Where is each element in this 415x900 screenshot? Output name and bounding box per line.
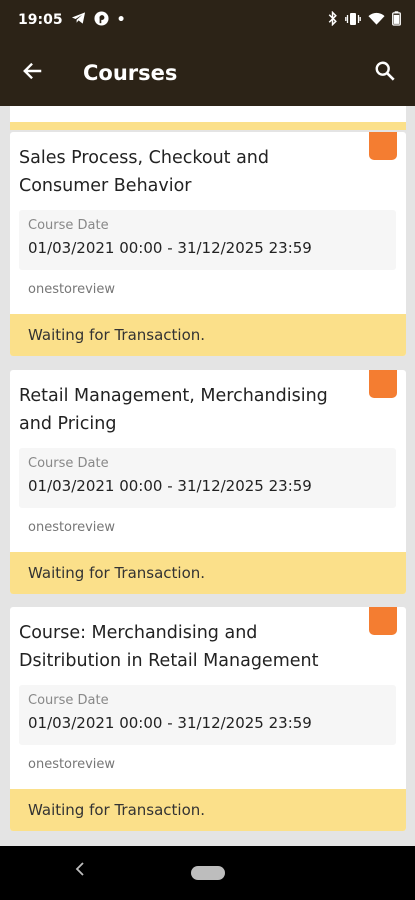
- course-title: Course: Merchandising and Dsitribution i…: [19, 623, 319, 671]
- course-badge: [369, 370, 397, 398]
- back-button[interactable]: [0, 40, 66, 106]
- system-nav-bar: [0, 846, 415, 900]
- arrow-left-icon: [22, 60, 44, 86]
- course-date-box: Course Date 01/03/2021 00:00 - 31/12/202…: [19, 210, 396, 270]
- previous-card-tail[interactable]: [10, 106, 406, 130]
- course-date-label: Course Date: [28, 456, 109, 471]
- course-card[interactable]: Sales Process, Checkout and Consumer Beh…: [10, 132, 406, 356]
- search-icon: [374, 60, 396, 86]
- battery-icon: [392, 10, 401, 30]
- status-dot: •: [116, 12, 126, 28]
- vibrate-icon: [345, 11, 361, 30]
- search-button[interactable]: [355, 40, 415, 106]
- course-title: Retail Management, Merchandising and Pri…: [19, 386, 328, 434]
- course-date-value: 01/03/2021 00:00 - 31/12/2025 23:59: [28, 477, 312, 495]
- course-list[interactable]: Sales Process, Checkout and Consumer Beh…: [0, 106, 415, 846]
- page-title: Courses: [83, 61, 178, 85]
- course-date-value: 01/03/2021 00:00 - 31/12/2025 23:59: [28, 239, 312, 257]
- course-card[interactable]: Retail Management, Merchandising and Pri…: [10, 370, 406, 594]
- course-badge: [369, 132, 397, 160]
- course-date-label: Course Date: [28, 218, 109, 233]
- pinterest-icon: [94, 10, 109, 30]
- course-card[interactable]: Course: Merchandising and Dsitribution i…: [10, 607, 406, 831]
- course-provider: onestoreview: [28, 520, 116, 535]
- course-status: Waiting for Transaction.: [10, 789, 406, 831]
- course-date-box: Course Date 01/03/2021 00:00 - 31/12/202…: [19, 448, 396, 508]
- course-provider: onestoreview: [28, 757, 116, 772]
- course-status: Waiting for Transaction.: [10, 314, 406, 356]
- wifi-icon: [368, 11, 385, 30]
- course-provider: onestoreview: [28, 282, 116, 297]
- chevron-left-icon[interactable]: [74, 860, 86, 882]
- app-bar: Courses: [0, 40, 415, 106]
- course-date-label: Course Date: [28, 693, 109, 708]
- course-date-value: 01/03/2021 00:00 - 31/12/2025 23:59: [28, 714, 312, 732]
- status-time: 19:05: [18, 12, 63, 28]
- home-pill-icon[interactable]: [190, 866, 225, 880]
- course-title: Sales Process, Checkout and Consumer Beh…: [19, 148, 270, 196]
- course-date-box: Course Date 01/03/2021 00:00 - 31/12/202…: [19, 685, 396, 745]
- course-badge: [369, 607, 397, 635]
- status-right: [328, 10, 401, 30]
- course-status: Waiting for Transaction.: [10, 552, 406, 594]
- telegram-icon: [71, 11, 86, 29]
- status-bar: 19:05 •: [0, 0, 415, 40]
- status-left: 19:05 •: [18, 10, 126, 30]
- bluetooth-icon: [328, 10, 338, 30]
